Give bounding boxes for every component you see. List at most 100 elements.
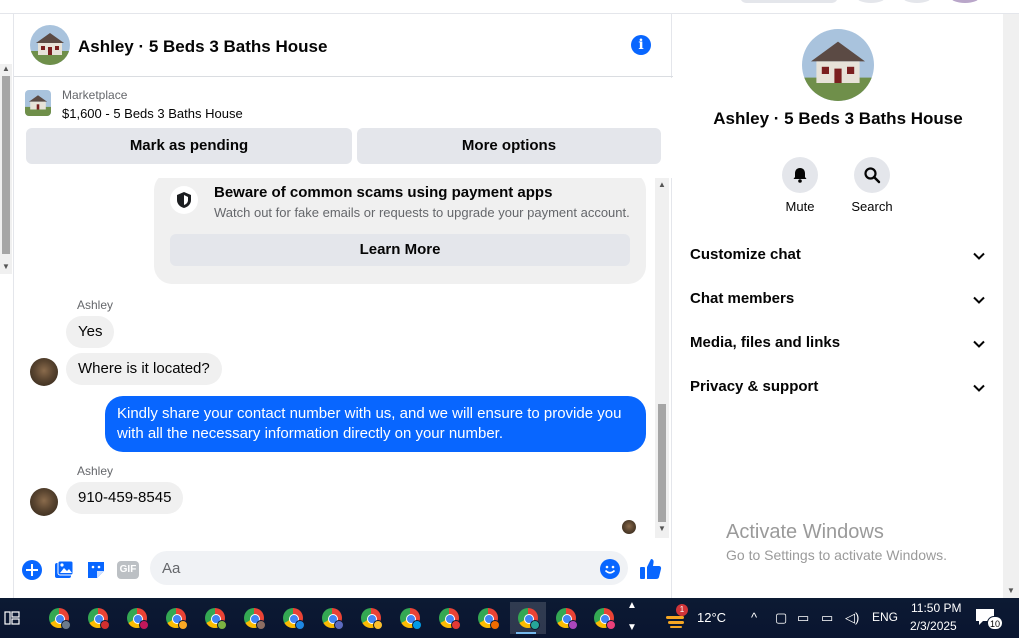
chrome-icon[interactable] — [43, 602, 75, 634]
product-title[interactable]: $1,600 - 5 Beds 3 Baths House — [62, 106, 243, 121]
scam-title: Beware of common scams using payment app… — [214, 184, 553, 201]
house-avatar[interactable] — [30, 25, 70, 65]
sender-name: Ashley — [77, 298, 114, 312]
message-input[interactable] — [150, 551, 628, 585]
windows-taskbar: ▲ ▼ 1 12°C ^ ▢ ▭ ▭ ◁) ENG 11:50 PM 2/3/2… — [0, 598, 1019, 638]
house-avatar-large[interactable] — [802, 29, 874, 101]
section-customize-chat[interactable]: Customize chat — [690, 246, 986, 270]
network-icon[interactable]: ▭ — [821, 610, 833, 626]
meet-now-icon[interactable]: ▢ — [775, 610, 787, 626]
profile-avatar[interactable] — [950, 0, 980, 3]
notification-count: 10 — [987, 616, 1003, 630]
scam-warning-card: Beware of common scams using payment app… — [154, 178, 646, 284]
info-icon[interactable]: i — [631, 35, 651, 55]
chrome-icon[interactable] — [472, 602, 504, 634]
chevron-down-icon — [973, 340, 985, 348]
language-indicator[interactable]: ENG — [872, 610, 898, 624]
sender-name: Ashley — [77, 464, 114, 478]
scroll-thumb[interactable] — [2, 76, 10, 254]
weather-badge: 1 — [676, 604, 688, 616]
chrome-icon[interactable] — [355, 602, 387, 634]
scroll-up-icon[interactable]: ▲ — [2, 64, 10, 73]
message-bubble-incoming[interactable]: 910-459-8545 — [66, 482, 184, 514]
marketplace-label: Marketplace — [62, 88, 128, 102]
chrome-icon[interactable] — [550, 602, 582, 634]
scroll-up-icon[interactable]: ▲ — [658, 180, 666, 189]
search-label: Search — [851, 199, 893, 214]
chat-details-panel: Ashley · 5 Beds 3 Baths House Mute Searc… — [673, 14, 1003, 598]
chrome-icon-active[interactable] — [510, 602, 546, 634]
chevron-down-icon[interactable]: ▼ — [627, 622, 637, 633]
section-label: Customize chat — [690, 246, 801, 263]
bell-icon[interactable] — [782, 157, 818, 193]
details-title: Ashley · 5 Beds 3 Baths House — [713, 109, 963, 128]
temperature[interactable]: 12°C — [697, 610, 726, 625]
task-view-icon[interactable] — [0, 598, 24, 638]
page-scrollbar[interactable]: ▼ — [1003, 14, 1019, 598]
composer: GIF — [14, 544, 673, 598]
chrome-icon[interactable] — [277, 602, 309, 634]
left-scrollbar[interactable]: ▲ ▼ — [0, 64, 12, 274]
chat-window: Ashley · 5 Beds 3 Baths House i Marketpl… — [13, 14, 673, 598]
volume-icon[interactable]: ◁) — [845, 610, 859, 626]
scam-description: Watch out for fake emails or requests to… — [214, 205, 630, 220]
scroll-down-icon[interactable]: ▼ — [658, 524, 666, 533]
clock-date[interactable]: 2/3/2025 — [910, 619, 957, 633]
top-button[interactable] — [902, 0, 932, 3]
mark-pending-button[interactable]: Mark as pending — [26, 128, 352, 164]
more-options-button[interactable]: More options — [357, 128, 661, 164]
learn-more-button[interactable]: Learn More — [170, 234, 630, 266]
shield-icon — [170, 186, 198, 214]
section-label: Media, files and links — [690, 334, 841, 351]
message-list: Beware of common scams using payment app… — [14, 178, 673, 544]
message-bubble-incoming[interactable]: Yes — [66, 316, 115, 348]
notification-center-icon[interactable]: 10 — [975, 608, 1003, 630]
search-icon[interactable] — [854, 157, 890, 193]
chrome-icon[interactable] — [433, 602, 465, 634]
contact-avatar[interactable] — [30, 358, 58, 386]
message-bubble-outgoing[interactable]: Kindly share your contact number with us… — [105, 396, 646, 452]
chrome-icon[interactable] — [588, 602, 620, 634]
section-media-files-links[interactable]: Media, files and links — [690, 334, 986, 358]
weather-widget[interactable]: 1 — [664, 604, 692, 630]
section-label: Chat members — [690, 290, 795, 307]
section-chat-members[interactable]: Chat members — [690, 290, 986, 314]
watermark-title: Activate Windows — [726, 521, 884, 543]
chevron-down-icon — [973, 384, 985, 392]
mute-label: Mute — [785, 199, 815, 214]
plus-icon[interactable] — [21, 559, 43, 581]
chrome-icon[interactable] — [238, 602, 270, 634]
chrome-icon[interactable] — [160, 602, 192, 634]
chevron-up-icon[interactable]: ^ — [751, 610, 757, 625]
chat-header: Ashley · 5 Beds 3 Baths House i — [14, 14, 673, 77]
scroll-down-icon[interactable]: ▼ — [1007, 586, 1015, 595]
chrome-icon[interactable] — [82, 602, 114, 634]
chrome-icon[interactable] — [199, 602, 231, 634]
product-thumbnail[interactable] — [25, 90, 51, 116]
messages-scrollbar[interactable]: ▲ ▼ — [655, 178, 669, 538]
clock-time[interactable]: 11:50 PM — [911, 601, 961, 615]
section-privacy-support[interactable]: Privacy & support — [690, 378, 986, 402]
sticker-icon[interactable] — [85, 559, 107, 581]
photo-icon[interactable] — [53, 559, 75, 581]
chrome-icon[interactable] — [121, 602, 153, 634]
top-button[interactable] — [856, 0, 886, 3]
message-bubble-incoming[interactable]: Where is it located? — [66, 353, 222, 385]
emoji-icon[interactable] — [599, 558, 621, 580]
chat-title[interactable]: Ashley · 5 Beds 3 Baths House — [78, 37, 327, 57]
chevron-down-icon — [973, 296, 985, 304]
like-icon[interactable] — [638, 556, 664, 582]
chrome-icon[interactable] — [316, 602, 348, 634]
contact-avatar[interactable] — [30, 488, 58, 516]
chrome-icon[interactable] — [394, 602, 426, 634]
gif-icon[interactable]: GIF — [117, 561, 139, 579]
search-action[interactable]: Search — [842, 157, 902, 214]
chevron-up-icon[interactable]: ▲ — [627, 600, 637, 611]
scroll-down-icon[interactable]: ▼ — [2, 262, 10, 271]
top-pill[interactable] — [740, 0, 838, 3]
mute-action[interactable]: Mute — [770, 157, 830, 214]
battery-icon[interactable]: ▭ — [797, 610, 809, 626]
top-bar-stub — [0, 0, 1019, 14]
scroll-thumb[interactable] — [658, 404, 666, 522]
watermark-subtitle: Go to Settings to activate Windows. — [726, 547, 947, 563]
